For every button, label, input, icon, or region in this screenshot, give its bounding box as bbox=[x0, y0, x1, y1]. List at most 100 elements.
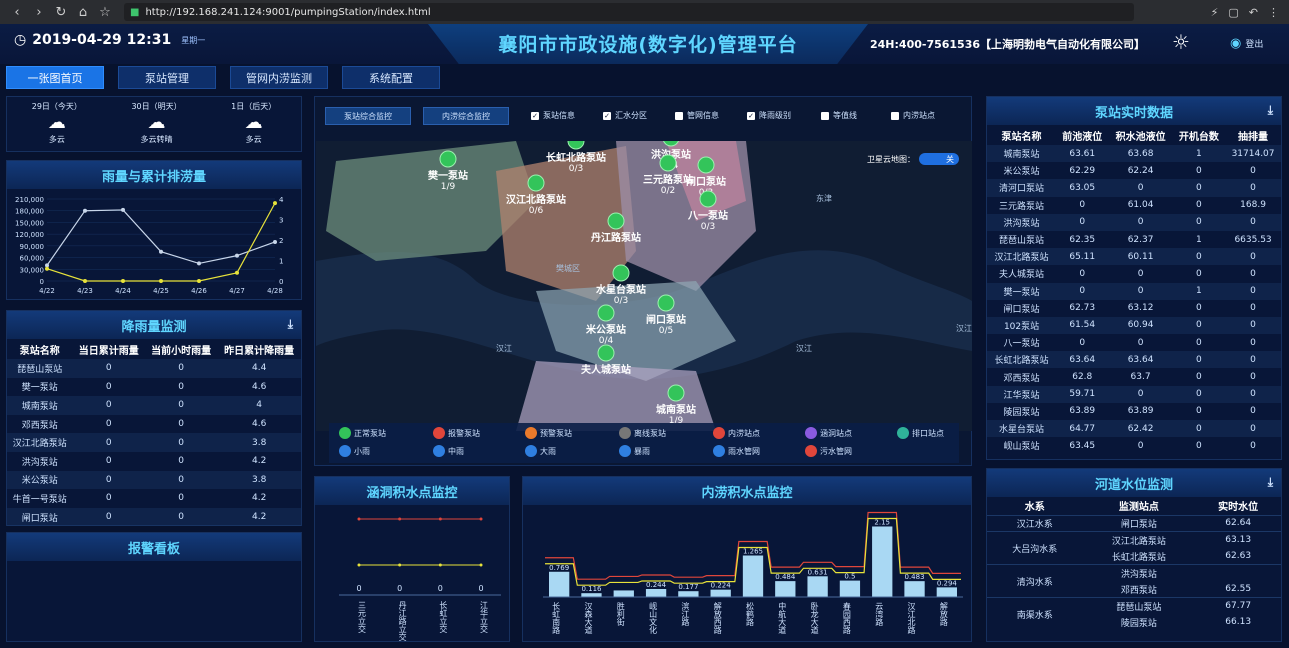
table-row[interactable]: 大吕沟水系 汉江北路泵站 63.13 bbox=[987, 531, 1281, 555]
tab-waterlogging[interactable]: 管网内涝监测 bbox=[230, 66, 328, 89]
data-label: 0.244 bbox=[646, 581, 667, 589]
logout-button[interactable]: ◉ 登出 bbox=[1230, 36, 1263, 51]
table-cell: 168.9 bbox=[1240, 200, 1266, 211]
download-icon[interactable]: ⤓ bbox=[288, 317, 293, 332]
window-icon[interactable]: ▢ bbox=[1228, 6, 1238, 19]
checkbox-box[interactable] bbox=[675, 111, 683, 120]
checkbox-label: 泵站信息 bbox=[543, 111, 575, 120]
table-row[interactable]: 102泵站 61.54 60.94 0 0 bbox=[987, 316, 1281, 335]
city-map[interactable]: 樊城区汉江汉江汉江东津樊一泵站1/9长虹北路泵站0/3洪沟泵站0/4三元路泵站0… bbox=[316, 141, 972, 431]
weather-day-after: 1日（后天） ☁ 多云 bbox=[231, 101, 276, 145]
table-row[interactable]: 牛首一号泵站 0 0 4.2 bbox=[7, 489, 301, 508]
table-cell: 63.89 bbox=[1127, 406, 1154, 417]
table-row[interactable]: 夫人城泵站 0 0 0 0 bbox=[987, 265, 1281, 282]
table-row[interactable]: 南渠水系 琵琶山泵站 67.77 bbox=[987, 597, 1281, 621]
menu-icon[interactable]: ⋮ bbox=[1268, 6, 1279, 19]
hotline-text: 24H:400-7561536【上海明勃电气自动化有限公司】 bbox=[870, 38, 1146, 51]
column-header: 抽排量 bbox=[1238, 131, 1269, 143]
tab-home[interactable]: 一张图首页 bbox=[6, 66, 104, 89]
table-row[interactable]: 城南泵站 63.61 63.68 1 31714.07 bbox=[987, 145, 1281, 163]
table-row[interactable]: 江华泵站 59.71 0 0 0 bbox=[987, 385, 1281, 403]
table-cell: 59.71 bbox=[1069, 389, 1096, 400]
table-row[interactable]: 闸口泵站 0 0 4.2 bbox=[7, 507, 301, 527]
legend-item: 雨水管网 bbox=[713, 445, 760, 457]
table-row[interactable]: 樊一泵站 0 0 1 0 bbox=[987, 282, 1281, 300]
table-row[interactable]: 汉江水系 闸口泵站 62.64 bbox=[987, 515, 1281, 532]
table-row[interactable]: 汉江北路泵站 0 0 3.8 bbox=[7, 433, 301, 452]
data-point bbox=[197, 261, 201, 266]
station-normal-icon bbox=[612, 264, 630, 282]
table-row[interactable]: 清沟水系 洪沟泵站 bbox=[987, 564, 1281, 588]
bar bbox=[581, 593, 602, 597]
layer-checkbox[interactable]: ✓ 泵站信息 bbox=[531, 110, 575, 121]
download-icon[interactable]: ⤓ bbox=[1268, 103, 1273, 118]
table-row[interactable]: 米公泵站 0 0 3.8 bbox=[7, 470, 301, 490]
satellite-switch[interactable]: 关 bbox=[919, 153, 959, 165]
checkbox-box[interactable]: ✓ bbox=[603, 111, 611, 120]
table-row[interactable]: 三元路泵站 0 61.04 0 168.9 bbox=[987, 197, 1281, 214]
table-row[interactable]: 琵琶山泵站 0 0 4.4 bbox=[7, 359, 301, 378]
data-label: 0 bbox=[397, 584, 402, 593]
tab-system-config[interactable]: 系统配置 bbox=[342, 66, 440, 89]
table-row[interactable]: 洪沟泵站 0 0 0 0 bbox=[987, 213, 1281, 231]
column-header: 当前小时雨量 bbox=[151, 345, 212, 357]
waterlog-monitor-button[interactable]: 内涝综合监控 bbox=[423, 107, 509, 125]
y2-tick-label: 0 bbox=[279, 278, 283, 286]
checkbox-box[interactable] bbox=[821, 111, 829, 120]
bar bbox=[936, 587, 957, 597]
reload-icon[interactable]: ↻ bbox=[50, 5, 72, 20]
download-icon[interactable]: ⤓ bbox=[1268, 475, 1273, 490]
checkbox-label: 汇水分区 bbox=[615, 111, 647, 120]
pump-monitor-button[interactable]: 泵站综合监控 bbox=[325, 107, 411, 125]
satellite-toggle[interactable]: 卫星云地图： 关 bbox=[867, 153, 959, 165]
station-name: 丹江路泵站 bbox=[591, 231, 641, 244]
table-cell: 0 bbox=[178, 512, 184, 523]
table-cell: 63.12 bbox=[1127, 303, 1154, 314]
checkbox-box[interactable] bbox=[891, 111, 899, 120]
station-name: 水星台泵站 bbox=[595, 283, 646, 296]
theme-sun-icon[interactable]: ☼ bbox=[1172, 30, 1190, 54]
table-cell: 0 bbox=[1196, 182, 1202, 193]
layer-checkbox[interactable]: 等值线 bbox=[821, 110, 857, 121]
column-header: 实时水位 bbox=[1218, 502, 1259, 514]
table-row[interactable]: 樊一泵站 0 0 4.6 bbox=[7, 378, 301, 397]
table-row[interactable]: 汉江北路泵站 65.11 60.11 0 0 bbox=[987, 248, 1281, 266]
bar bbox=[872, 526, 893, 597]
forward-icon[interactable]: › bbox=[28, 5, 50, 20]
extension-icon[interactable]: ⚡ bbox=[1211, 6, 1219, 19]
table-row[interactable]: 洪沟泵站 0 0 4.2 bbox=[7, 452, 301, 471]
table-cell: 0 bbox=[1196, 372, 1202, 383]
undo-icon[interactable]: ↶ bbox=[1249, 6, 1258, 19]
table-row[interactable]: 琵琶山泵站 62.35 62.37 1 6635.53 bbox=[987, 231, 1281, 248]
tab-pump-management[interactable]: 泵站管理 bbox=[118, 66, 216, 89]
table-row[interactable]: 水星台泵站 64.77 62.42 0 0 bbox=[987, 420, 1281, 438]
table-row[interactable]: 邓西泵站 0 0 4.6 bbox=[7, 415, 301, 434]
data-point bbox=[235, 253, 239, 258]
clock-icon: ◷ bbox=[14, 32, 27, 48]
x-tick-label: 解放路 bbox=[939, 601, 948, 626]
bookmark-star-icon[interactable]: ☆ bbox=[94, 5, 116, 20]
checkbox-box[interactable]: ✓ bbox=[531, 111, 539, 120]
table-cell: 60.11 bbox=[1127, 251, 1154, 262]
layer-checkbox[interactable]: ✓ 降雨级别 bbox=[747, 110, 791, 121]
table-row[interactable]: 岘山泵站 63.45 0 0 0 bbox=[987, 437, 1281, 454]
table-row[interactable]: 清河口泵站 63.05 0 0 0 bbox=[987, 179, 1281, 197]
table-row[interactable]: 闸口泵站 62.73 63.12 0 0 bbox=[987, 300, 1281, 317]
table-row[interactable]: 城南泵站 0 0 4 bbox=[7, 396, 301, 415]
table-row[interactable]: 陵园泵站 63.89 63.89 0 0 bbox=[987, 403, 1281, 420]
table-row[interactable]: 米公泵站 62.29 62.24 0 0 bbox=[987, 162, 1281, 179]
back-icon[interactable]: ‹ bbox=[6, 5, 28, 20]
legend-item: 预警泵站 bbox=[525, 427, 572, 439]
legend-item: 污水管网 bbox=[805, 445, 852, 457]
table-row[interactable]: 八一泵站 0 0 0 0 bbox=[987, 334, 1281, 351]
checkbox-box[interactable]: ✓ bbox=[747, 111, 755, 120]
data-label: 0 bbox=[356, 584, 361, 593]
home-icon[interactable]: ⌂ bbox=[72, 5, 94, 20]
layer-checkbox[interactable]: ✓ 汇水分区 bbox=[603, 110, 647, 121]
layer-checkbox[interactable]: 管网信息 bbox=[675, 110, 719, 121]
layer-checkbox[interactable]: 内涝站点 bbox=[891, 110, 935, 121]
table-row[interactable]: 长虹北路泵站 63.64 63.64 0 0 bbox=[987, 351, 1281, 369]
address-bar[interactable]: ■ http://192.168.241.124:9001/pumpingSta… bbox=[124, 3, 1134, 21]
table-row[interactable]: 邓西泵站 62.8 63.7 0 0 bbox=[987, 368, 1281, 385]
bar bbox=[710, 589, 731, 597]
